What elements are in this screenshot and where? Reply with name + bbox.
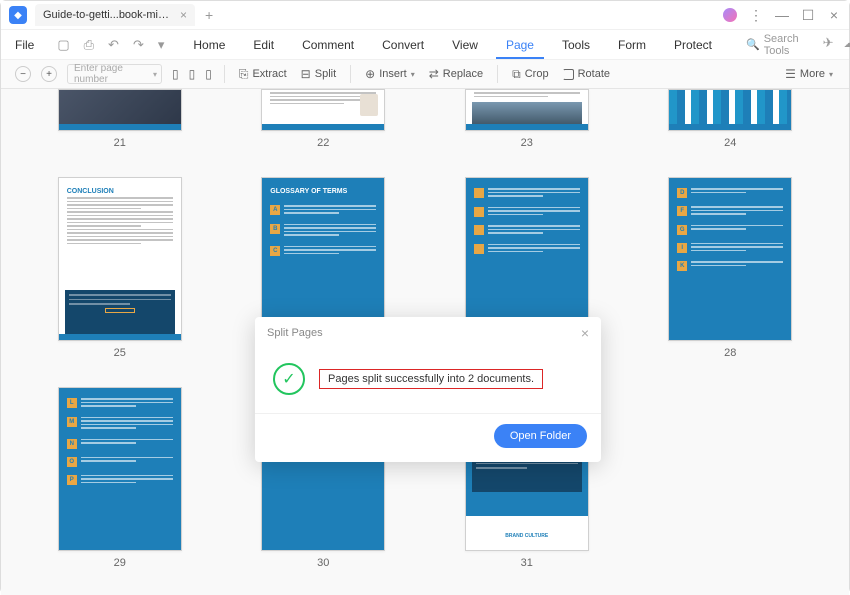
account-avatar-icon[interactable] [723, 8, 737, 22]
send-icon[interactable]: ✈ [823, 35, 834, 54]
page-number-input[interactable]: Enter page number [67, 64, 162, 84]
print-icon[interactable]: ⎙ [81, 37, 97, 53]
page-number: 30 [317, 557, 329, 569]
page-thumb-29[interactable]: L M N O P 29 [41, 387, 199, 569]
split-result-dialog: Split Pages × ✓ Pages split successfully… [255, 317, 601, 462]
dialog-title: Split Pages [267, 327, 323, 339]
rotate-icon [563, 69, 574, 80]
titlebar: ◆ Guide-to-getti...book-min.pdf × + ⋮ — … [1, 1, 849, 29]
replace-icon: ⇄ [429, 67, 439, 81]
dialog-close-icon[interactable]: × [581, 325, 589, 341]
close-window-icon[interactable]: × [827, 7, 841, 23]
tab-close-icon[interactable]: × [180, 8, 187, 22]
tab-add-icon[interactable]: + [205, 7, 213, 23]
menu-form[interactable]: Form [608, 38, 656, 52]
insert-button[interactable]: ⊕ Insert ▾ [363, 67, 417, 81]
save-icon[interactable]: ▢ [54, 37, 72, 53]
success-check-icon: ✓ [273, 363, 305, 395]
split-icon: ⊟ [301, 67, 311, 81]
page-number: 28 [724, 347, 736, 359]
thumb-heading: CONCLUSION [59, 178, 181, 197]
page-number: 24 [724, 137, 736, 149]
menu-tools[interactable]: Tools [552, 38, 600, 52]
dialog-message: Pages split successfully into 2 document… [319, 369, 543, 389]
chevron-down-icon: ▾ [829, 70, 833, 79]
document-tab[interactable]: Guide-to-getti...book-min.pdf × [35, 4, 195, 26]
page-mode-3-icon[interactable]: ▯ [205, 67, 212, 81]
page-mode-1-icon[interactable]: ▯ [172, 67, 179, 81]
redo-icon[interactable]: ↷ [130, 37, 147, 53]
crop-button[interactable]: ⧉ Crop [510, 67, 550, 82]
page-number: 22 [317, 137, 329, 149]
menu-comment[interactable]: Comment [292, 38, 364, 52]
page-number: 29 [114, 557, 126, 569]
extract-icon: ⎘ [239, 67, 249, 82]
crop-icon: ⧉ [512, 67, 521, 82]
menubar: File ▢ ⎙ ↶ ↷ ▾ Home Edit Comment Convert… [1, 29, 849, 59]
menu-view[interactable]: View [442, 38, 488, 52]
dropdown-icon[interactable]: ▾ [155, 37, 168, 53]
zoom-in-icon[interactable]: + [41, 66, 57, 82]
page-number: 31 [521, 557, 533, 569]
extract-button[interactable]: ⎘ Extract [237, 67, 289, 82]
page-number: 23 [521, 137, 533, 149]
menu-protect[interactable]: Protect [664, 38, 722, 52]
page-thumb-21[interactable]: 21 [41, 89, 199, 149]
page-thumb-28[interactable]: D F G I K 28 [652, 177, 810, 359]
page-number: 21 [114, 137, 126, 149]
undo-icon[interactable]: ↶ [105, 37, 122, 53]
maximize-icon[interactable]: ☐ [801, 7, 815, 24]
more-options-icon[interactable]: ⋮ [749, 7, 763, 24]
page-grid: 21 22 23 24 CONCLUSION [1, 89, 849, 595]
minimize-icon[interactable]: — [775, 7, 789, 23]
page-mode-2-icon[interactable]: ▯ [189, 67, 196, 81]
menu-home[interactable]: Home [183, 38, 235, 52]
page-thumb-23[interactable]: 23 [448, 89, 606, 149]
chevron-down-icon: ▾ [411, 70, 415, 79]
search-icon: 🔍 [746, 38, 760, 51]
menu-edit[interactable]: Edit [243, 38, 284, 52]
insert-icon: ⊕ [365, 67, 375, 81]
thumb-logo-text: BRAND CULTURE [505, 533, 548, 539]
rotate-button[interactable]: Rotate [561, 68, 612, 80]
tab-title: Guide-to-getti...book-min.pdf [43, 9, 174, 21]
zoom-out-icon[interactable]: − [15, 66, 31, 82]
search-tools[interactable]: 🔍 Search Tools [738, 33, 807, 57]
open-folder-button[interactable]: Open Folder [494, 424, 587, 448]
more-button[interactable]: ☰ More ▾ [783, 67, 835, 81]
page-number: 25 [114, 347, 126, 359]
replace-button[interactable]: ⇄ Replace [427, 67, 485, 81]
menu-icon: ☰ [785, 67, 796, 81]
page-toolbar: − + Enter page number ▯ ▯ ▯ ⎘ Extract ⊟ … [1, 59, 849, 89]
cloud-icon[interactable]: ☁ [843, 35, 850, 54]
split-button[interactable]: ⊟ Split [299, 67, 338, 81]
menu-convert[interactable]: Convert [372, 38, 434, 52]
menu-page[interactable]: Page [496, 38, 544, 59]
page-thumb-24[interactable]: 24 [652, 89, 810, 149]
app-icon: ◆ [9, 6, 27, 24]
file-menu[interactable]: File [11, 38, 38, 52]
page-thumb-25[interactable]: CONCLUSION 25 [41, 177, 199, 359]
page-thumb-22[interactable]: 22 [245, 89, 403, 149]
thumb-heading: GLOSSARY OF TERMS [262, 178, 384, 199]
